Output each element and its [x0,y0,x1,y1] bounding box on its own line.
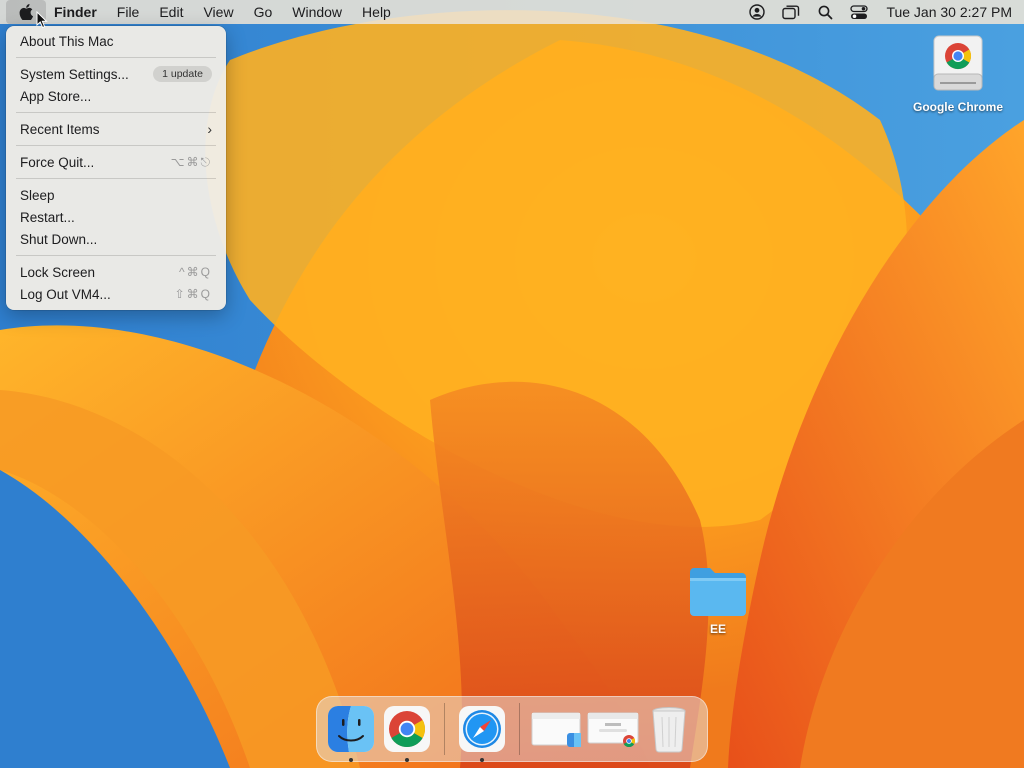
desktop-icon-label: EE [709,622,726,636]
menu-item-about-this-mac[interactable]: About This Mac [6,30,226,52]
dock [316,696,708,762]
menu-item-force-quit[interactable]: Force Quit... ⌥⌘⎋ [6,151,226,173]
menu-item-label: Recent Items [20,121,100,137]
menu-edit[interactable]: Edit [149,0,193,24]
menu-item-app-store[interactable]: App Store... [6,85,226,107]
dock-item-google-chrome[interactable] [379,701,435,762]
dock-item-trash[interactable] [641,701,697,757]
finder-window-thumbnail [531,712,581,747]
dock-separator [444,703,445,755]
menu-go[interactable]: Go [244,0,283,24]
status-area: Tue Jan 30 2:27 PM [740,0,1012,24]
running-indicator [349,758,353,762]
desktop-icon-folder-ee[interactable]: EE [683,564,753,636]
menu-item-label: App Store... [20,88,92,104]
mouse-cursor-icon [36,11,48,29]
menu-separator [16,145,216,146]
menu-item-log-out[interactable]: Log Out VM4... ⇧⌘Q [6,283,226,305]
chevron-right-icon: › [207,121,212,137]
trash-icon [652,707,686,753]
menu-item-sleep[interactable]: Sleep [6,184,226,206]
menu-item-lock-screen[interactable]: Lock Screen ^⌘Q [6,261,226,283]
menu-item-shut-down[interactable]: Shut Down... [6,228,226,250]
running-indicator [405,758,409,762]
menu-file[interactable]: File [107,0,150,24]
user-icon[interactable] [740,0,774,24]
keyboard-shortcut: ⌥⌘⎋ [170,154,212,169]
dock-item-finder-window[interactable] [529,701,585,757]
menu-view[interactable]: View [193,0,243,24]
menu-separator [16,57,216,58]
menu-item-label: Force Quit... [20,154,95,170]
dock-item-finder[interactable] [323,701,379,762]
spotlight-search-icon[interactable] [808,0,842,24]
menu-item-recent-items[interactable]: Recent Items › [6,118,226,140]
screen-mirroring-icon[interactable] [774,0,808,24]
update-badge: 1 update [153,66,212,82]
menu-item-label: Log Out VM4... [20,286,111,302]
folder-icon [690,568,746,616]
running-indicator [480,758,484,762]
menu-item-label: Lock Screen [20,264,96,280]
menu-item-label: Restart... [20,209,75,225]
dock-separator [519,703,520,755]
dock-item-safari[interactable] [454,701,510,762]
menu-separator [16,255,216,256]
chrome-window-thumbnail [587,712,639,748]
menu-item-label: Shut Down... [20,231,98,247]
chrome-icon [384,706,430,752]
menubar-clock[interactable]: Tue Jan 30 2:27 PM [876,4,1012,20]
menu-item-label: System Settings... [20,66,129,82]
apple-dropdown-menu: About This Mac System Settings... 1 upda… [6,26,226,310]
finder-icon [328,706,374,752]
desktop-icon-google-chrome[interactable]: Google Chrome [906,34,1010,114]
menu-window[interactable]: Window [282,0,352,24]
menu-item-label: Sleep [20,187,55,203]
safari-icon [459,706,505,752]
menu-item-restart[interactable]: Restart... [6,206,226,228]
menu-item-system-settings[interactable]: System Settings... 1 update [6,63,226,85]
menu-help[interactable]: Help [352,0,401,24]
apple-logo-icon [19,4,33,20]
dock-item-chrome-window[interactable] [585,701,641,757]
keyboard-shortcut: ^⌘Q [179,265,212,279]
menu-separator [16,112,216,113]
keyboard-shortcut: ⇧⌘Q [174,287,212,301]
desktop-icon-label: Google Chrome [912,100,1003,114]
app-menu-finder[interactable]: Finder [46,0,107,24]
menu-bar: Finder File Edit View Go Window Help Tue… [0,0,1024,24]
menu-item-label: About This Mac [20,33,114,49]
menu-separator [16,178,216,179]
control-center-icon[interactable] [842,0,876,24]
disk-image-icon [933,35,983,91]
